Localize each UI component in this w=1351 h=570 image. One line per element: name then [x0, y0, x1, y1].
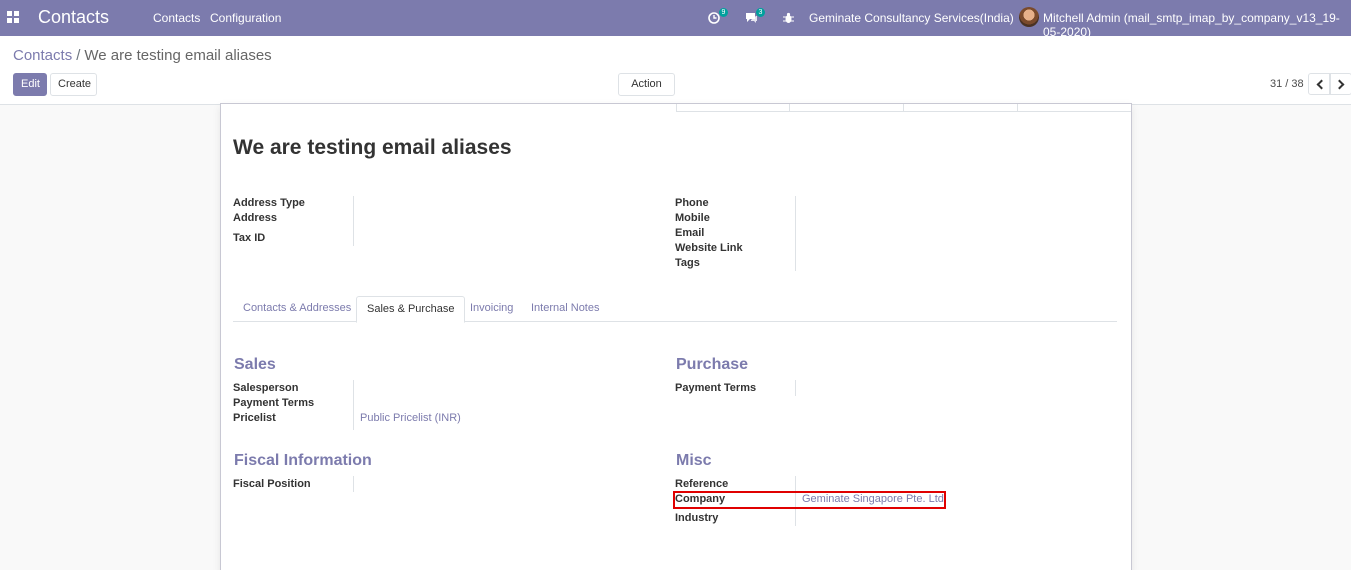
tab-contacts-addresses[interactable]: Contacts & Addresses	[233, 296, 361, 322]
smart-button[interactable]	[676, 104, 677, 112]
smart-button[interactable]	[1017, 104, 1018, 112]
company-switcher[interactable]: Geminate Consultancy Services(India)	[809, 11, 1025, 25]
chevron-left-icon	[1316, 79, 1327, 90]
user-menu[interactable]: Mitchell Admin (mail_smtp_imap_by_compan…	[1043, 11, 1351, 39]
company-name: Geminate Consultancy Services(India)	[809, 11, 1014, 25]
tab-sales-purchase[interactable]: Sales & Purchase	[356, 296, 466, 323]
bug-icon	[783, 12, 794, 23]
messages-button[interactable]: 3	[745, 8, 765, 25]
field-separator	[353, 196, 354, 246]
clock-icon	[708, 12, 720, 24]
activity-count-badge: 9	[719, 8, 728, 17]
tax-id-label: Tax ID	[233, 232, 266, 244]
tab-invoicing[interactable]: Invoicing	[460, 296, 523, 322]
pager-value[interactable]: 31 / 38	[1270, 78, 1304, 90]
breadcrumb-separator: /	[76, 47, 81, 64]
app-title: Contacts	[38, 7, 110, 27]
field-separator	[795, 380, 796, 396]
smart-button-box	[676, 104, 1131, 112]
company-field-highlight	[673, 491, 946, 509]
record-title[interactable]: We are testing email aliases	[233, 136, 512, 160]
action-dropdown[interactable]: Action	[618, 73, 675, 108]
create-button[interactable]: Create	[50, 73, 97, 96]
field-separator	[353, 380, 354, 430]
field-separator	[795, 196, 796, 271]
address-type-label: Address Type	[233, 197, 305, 209]
breadcrumb-contacts[interactable]: Contacts	[13, 47, 72, 64]
salesperson-label: Salesperson	[233, 382, 299, 394]
phone-label: Phone	[675, 197, 709, 209]
action-label: Action	[631, 78, 662, 90]
smart-button[interactable]	[789, 104, 790, 112]
tags-label: Tags	[675, 257, 700, 269]
form-sheet: We are testing email aliases Address Typ…	[220, 103, 1132, 570]
sales-group-title: Sales	[234, 356, 276, 373]
reference-label: Reference	[675, 478, 729, 490]
breadcrumb-current: We are testing email aliases	[84, 47, 272, 64]
pager-previous-button[interactable]	[1308, 73, 1330, 95]
industry-label: Industry	[675, 512, 719, 524]
edit-button[interactable]: Edit	[13, 73, 47, 96]
menu-contacts[interactable]: Contacts	[153, 11, 200, 25]
website-label: Website Link	[675, 242, 743, 254]
user-avatar[interactable]	[1019, 7, 1039, 27]
pager-next-button[interactable]	[1330, 73, 1351, 95]
apps-menu-icon[interactable]	[7, 11, 19, 23]
chevron-right-icon	[1334, 79, 1345, 90]
messages-count-badge: 3	[756, 8, 765, 17]
form-view: We are testing email aliases Address Typ…	[0, 103, 1351, 570]
menu-configuration[interactable]: Configuration	[210, 11, 281, 25]
pricelist-value[interactable]: Public Pricelist (INR)	[360, 412, 461, 424]
debug-button[interactable]	[783, 11, 795, 25]
mobile-label: Mobile	[675, 212, 710, 224]
pricelist-label: Pricelist	[233, 412, 276, 424]
misc-group-title: Misc	[676, 452, 712, 469]
address-label: Address	[233, 212, 278, 224]
tab-internal-notes[interactable]: Internal Notes	[521, 296, 609, 322]
purchase-group-title: Purchase	[676, 356, 749, 373]
fiscal-position-label: Fiscal Position	[233, 478, 311, 490]
control-panel: Contacts / We are testing email aliases Ed…	[0, 36, 1351, 108]
field-separator	[353, 476, 354, 492]
smart-button[interactable]	[903, 104, 904, 112]
fiscal-group-title: Fiscal Information	[234, 452, 372, 469]
purchase-payment-terms-label: Payment Terms	[675, 382, 757, 394]
activity-button[interactable]: 9	[708, 8, 728, 25]
breadcrumb: Contacts / We are testing email aliases	[13, 47, 272, 64]
notebook-tabs: Contacts & Addresses Sales & Purchase In…	[233, 296, 1117, 323]
top-navbar: Contacts Contacts Configuration 9 3 Gemi…	[0, 0, 1351, 39]
payment-terms-label: Payment Terms	[233, 397, 315, 409]
email-label: Email	[675, 227, 705, 239]
